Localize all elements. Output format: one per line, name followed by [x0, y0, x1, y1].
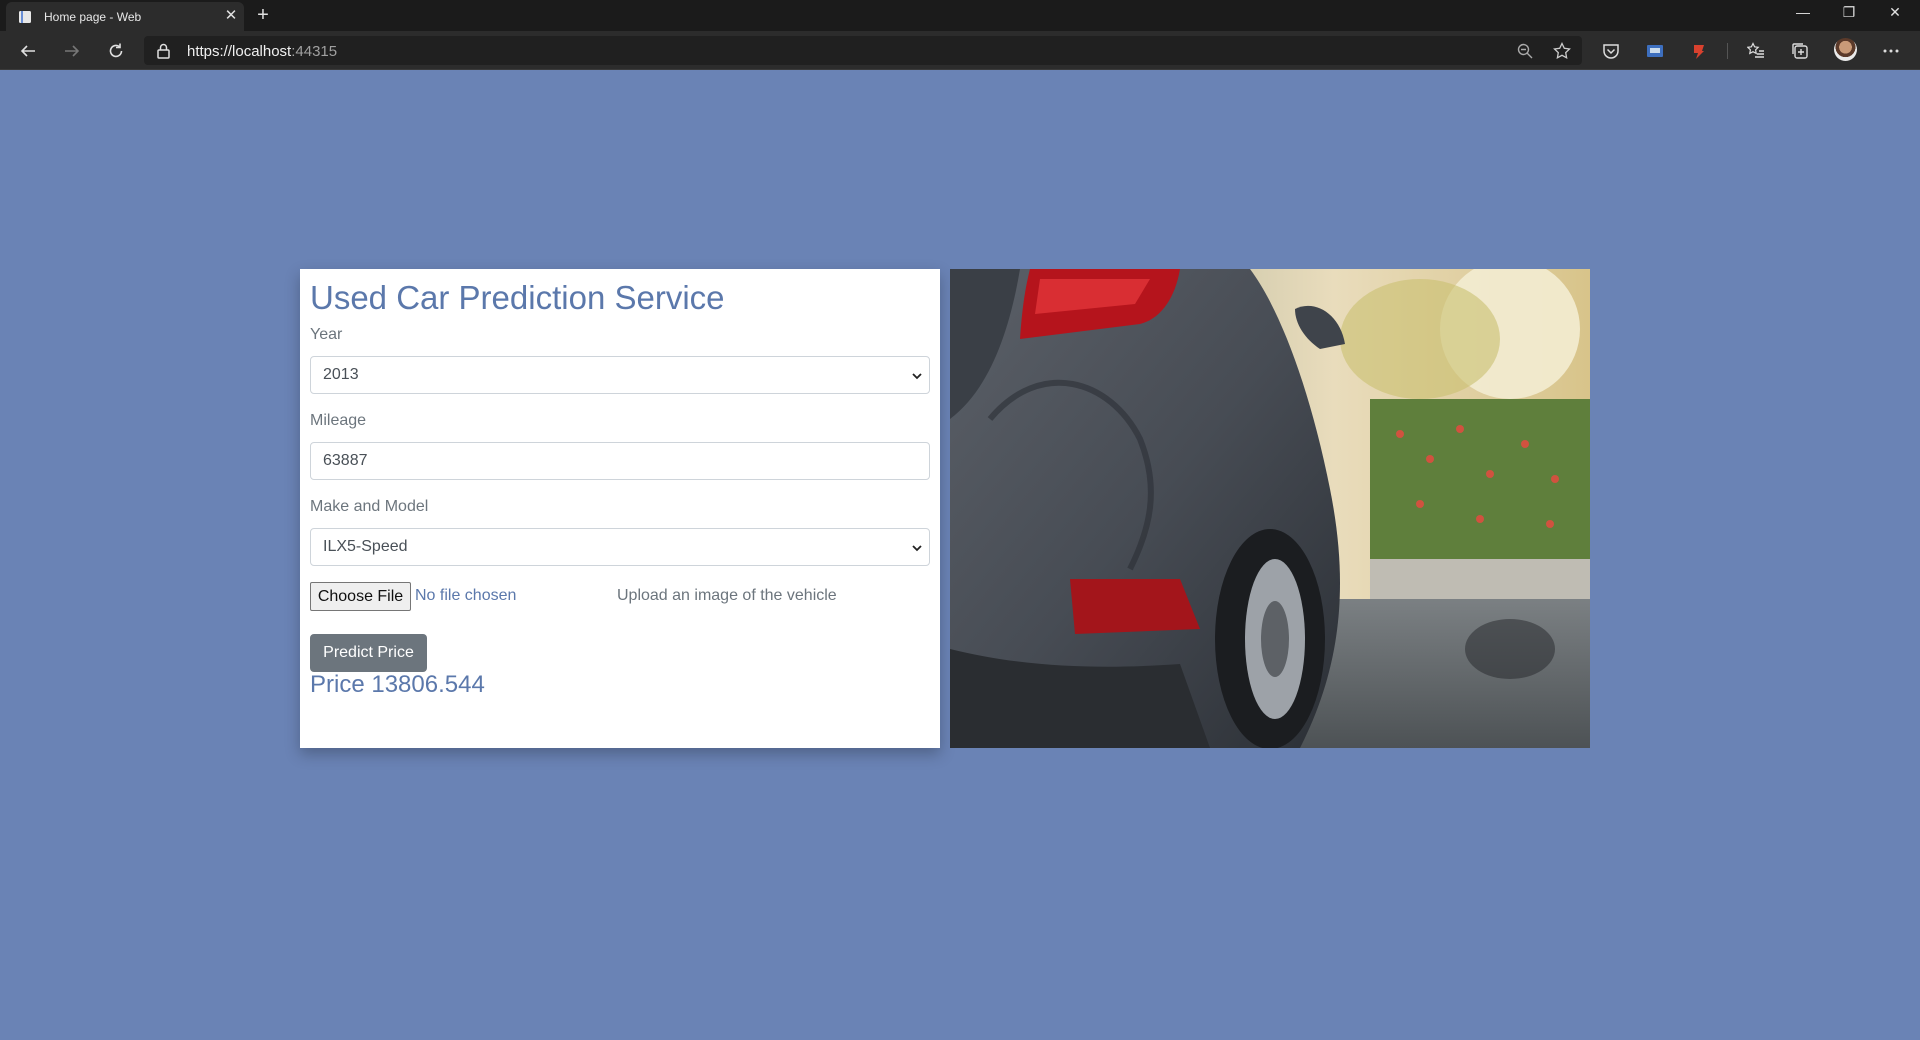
year-select[interactable]: 2013 [310, 356, 930, 394]
mileage-input[interactable]: 63887 [310, 442, 930, 480]
back-icon[interactable] [14, 37, 42, 65]
pocket-icon[interactable] [1601, 41, 1621, 61]
file-status: No file chosen [415, 587, 517, 604]
upload-hint: Upload an image of the vehicle [617, 587, 837, 604]
more-icon[interactable] [1881, 41, 1901, 61]
make-model-value: ILX5-Speed [323, 538, 408, 555]
car-image [950, 269, 1590, 748]
star-icon[interactable] [1553, 41, 1571, 60]
minimize-icon[interactable]: — [1780, 0, 1826, 28]
extension-icon[interactable] [1645, 41, 1665, 61]
tab-title: Home page - Web [44, 10, 142, 24]
forward-icon[interactable] [58, 37, 86, 65]
close-icon[interactable]: ✕ [223, 8, 239, 24]
url-text[interactable]: https://localhost:44315 [187, 43, 337, 60]
mileage-value: 63887 [323, 452, 368, 469]
address-bar[interactable]: https://localhost:44315 [144, 36, 1582, 65]
predict-price-button[interactable]: Predict Price [310, 634, 427, 672]
window-close-icon[interactable]: ✕ [1872, 0, 1918, 28]
year-value: 2013 [323, 366, 359, 383]
choose-file-button[interactable]: Choose File [310, 582, 411, 611]
zoom-icon[interactable] [1516, 42, 1534, 60]
make-model-label: Make and Model [310, 498, 429, 515]
page-title: Used Car Prediction Service [310, 279, 725, 316]
mileage-label: Mileage [310, 412, 367, 429]
chevron-down-icon [911, 541, 923, 559]
price-result: Price 13806.544 [310, 671, 485, 698]
collections-icon[interactable] [1790, 41, 1810, 61]
tab-bar: Home page - Web ✕ + — ❐ ✕ [0, 0, 1920, 31]
favorites-icon[interactable] [1746, 41, 1766, 61]
plus-icon[interactable]: + [252, 4, 274, 26]
refresh-icon[interactable] [102, 37, 130, 65]
extension-icon[interactable] [1689, 41, 1709, 61]
tab-home[interactable]: Home page - Web ✕ [6, 2, 244, 31]
page-icon [18, 10, 32, 24]
toolbar-divider [1727, 43, 1728, 59]
year-label: Year [310, 326, 343, 343]
lock-icon[interactable] [157, 43, 170, 64]
profile-avatar[interactable] [1834, 38, 1857, 61]
restore-icon[interactable]: ❐ [1826, 0, 1872, 28]
make-model-select[interactable]: ILX5-Speed [310, 528, 930, 566]
browser-toolbar: https://localhost:44315 [0, 31, 1920, 70]
prediction-form-card: Used Car Prediction Service Year 2013 Mi… [300, 269, 940, 748]
url-main: https://localhost [187, 43, 292, 60]
chevron-down-icon [911, 369, 923, 387]
url-port: :44315 [291, 43, 338, 60]
